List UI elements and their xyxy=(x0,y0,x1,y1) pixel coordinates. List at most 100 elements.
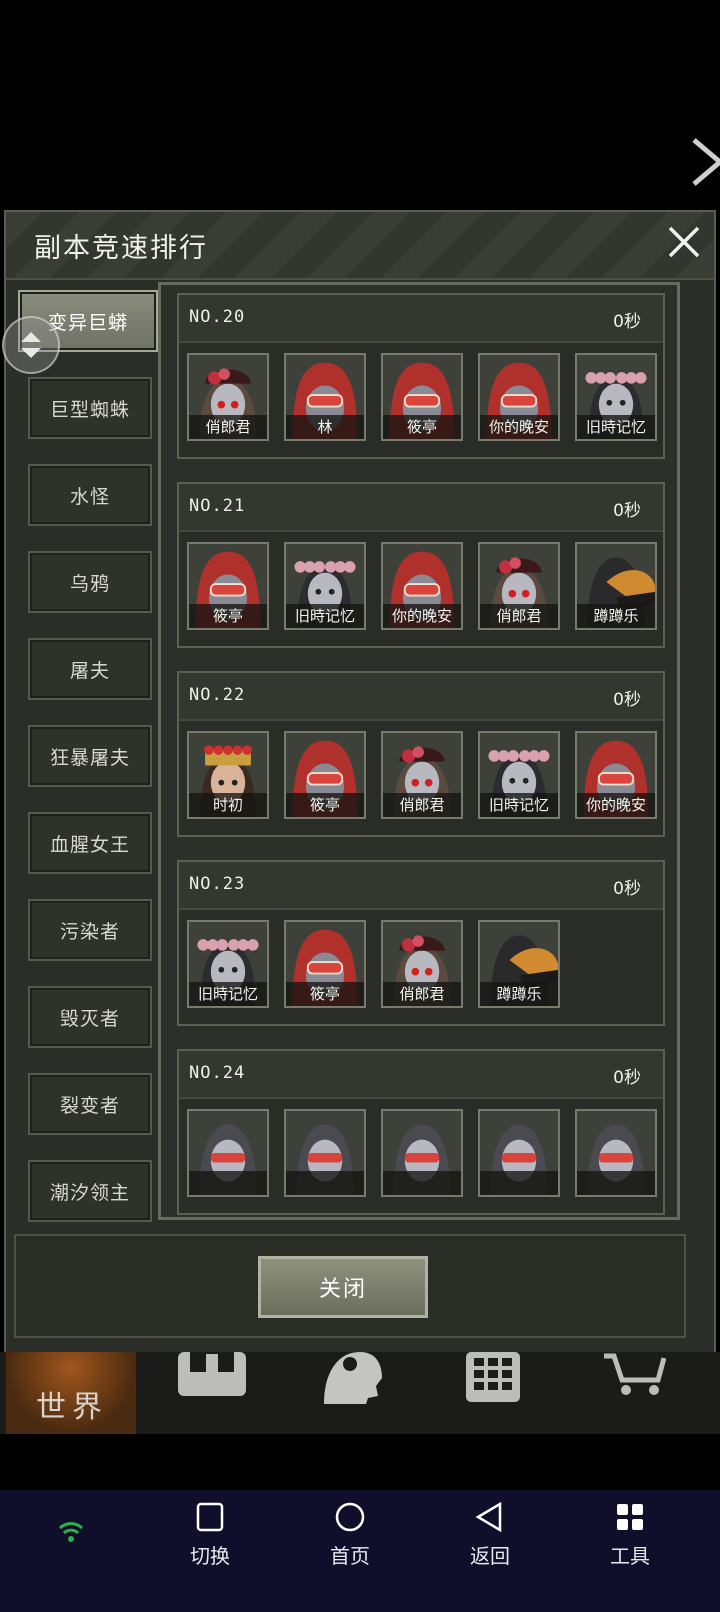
rank-time: 0秒 xyxy=(613,1068,641,1088)
member-slot[interactable]: 旧時记忆 xyxy=(187,920,269,1008)
dialog-header: 副本竞速排行 xyxy=(6,212,714,280)
tab-4[interactable]: 屠夫 xyxy=(28,638,152,700)
member-slot[interactable]: 筱亭 xyxy=(187,542,269,630)
member-name: 你的晚安 xyxy=(480,415,558,439)
game-bottom-nav: 世界 xyxy=(0,1352,720,1434)
tab-10[interactable]: 潮汐领主 xyxy=(28,1160,152,1222)
member-slot[interactable]: 俏郎君 xyxy=(381,731,463,819)
back-button[interactable]: 返回 xyxy=(445,1501,535,1572)
world-tab[interactable]: 世界 xyxy=(6,1352,136,1434)
switch-button[interactable]: 切换 xyxy=(165,1502,255,1572)
member-name: 筱亭 xyxy=(286,793,364,817)
rank-header: NO.21 0秒 xyxy=(179,484,663,532)
member-slot[interactable]: 蹲蹲乐 xyxy=(575,542,657,630)
member-slot[interactable]: 俏郎君 xyxy=(187,353,269,441)
member-slot[interactable] xyxy=(187,1109,269,1197)
rank-number: NO.23 xyxy=(189,874,246,894)
switch-label: 切换 xyxy=(190,1544,230,1568)
tab-9[interactable]: 裂变者 xyxy=(28,1073,152,1135)
member-name xyxy=(577,1171,655,1195)
member-slot[interactable]: 时初 xyxy=(187,731,269,819)
member-name xyxy=(383,1171,461,1195)
close-button[interactable]: 关闭 xyxy=(258,1256,428,1318)
rank-card: NO.24 0秒 xyxy=(177,1049,665,1215)
tab-8[interactable]: 毁灭者 xyxy=(28,986,152,1048)
close-icon[interactable] xyxy=(666,224,702,260)
back-triangle-icon xyxy=(475,1501,502,1533)
member-name: 俏郎君 xyxy=(383,982,461,1006)
member-name: 旧時记忆 xyxy=(286,604,364,628)
home-button[interactable]: 首页 xyxy=(305,1502,395,1572)
tools-button[interactable]: 工具 xyxy=(585,1502,675,1572)
member-slot[interactable]: 林 xyxy=(284,353,366,441)
member-slot[interactable]: 旧時记忆 xyxy=(575,353,657,441)
member-name: 你的晚安 xyxy=(577,793,655,817)
rank-number: NO.24 xyxy=(189,1063,246,1083)
rank-card: NO.22 0秒时初 筱亭 俏郎君 旧時记忆 你的晚安 xyxy=(177,671,665,837)
system-navigation-bar: 切换 首页 返回 工具 xyxy=(0,1490,720,1612)
backpack-icon[interactable] xyxy=(176,1352,248,1398)
member-slot[interactable]: 你的晚安 xyxy=(478,353,560,441)
rank-header: NO.22 0秒 xyxy=(179,673,663,721)
member-slot[interactable] xyxy=(575,1109,657,1197)
corner-decoration xyxy=(692,138,720,186)
member-name: 旧時记忆 xyxy=(577,415,655,439)
dialog-title: 副本竞速排行 xyxy=(34,233,208,264)
square-icon xyxy=(196,1502,224,1532)
tools-label: 工具 xyxy=(610,1544,650,1568)
tab-3[interactable]: 乌鸦 xyxy=(28,551,152,613)
member-name: 旧時记忆 xyxy=(189,982,267,1006)
member-slot[interactable]: 俏郎君 xyxy=(478,542,560,630)
rank-header: NO.20 0秒 xyxy=(179,295,663,343)
rank-time: 0秒 xyxy=(613,690,641,710)
member-name: 旧時记忆 xyxy=(480,793,558,817)
world-label: 世界 xyxy=(36,1390,108,1425)
member-slot[interactable]: 你的晚安 xyxy=(381,542,463,630)
rank-time: 0秒 xyxy=(613,879,641,899)
member-name: 你的晚安 xyxy=(383,604,461,628)
grid-icon xyxy=(617,1504,643,1530)
phone-keypad-icon[interactable] xyxy=(466,1352,520,1402)
member-slot[interactable] xyxy=(478,1109,560,1197)
rank-header: NO.23 0秒 xyxy=(179,862,663,910)
member-name xyxy=(286,1171,364,1195)
member-slot[interactable]: 筱亭 xyxy=(284,920,366,1008)
member-slot[interactable]: 旧時记忆 xyxy=(284,542,366,630)
member-slot[interactable]: 俏郎君 xyxy=(381,920,463,1008)
member-slot[interactable] xyxy=(284,1109,366,1197)
member-slot[interactable]: 蹲蹲乐 xyxy=(478,920,560,1008)
tab-2[interactable]: 水怪 xyxy=(28,464,152,526)
rank-time: 0秒 xyxy=(613,312,641,332)
tab-1[interactable]: 巨型蜘蛛 xyxy=(28,377,152,439)
tab-7[interactable]: 污染者 xyxy=(28,899,152,961)
ranking-list[interactable]: NO.20 0秒 俏郎君林筱亭 你的晚安 旧時记忆 NO.21 0秒 筱亭 旧時记忆 你的晚安 俏郎… xyxy=(158,282,680,1220)
rank-card: NO.23 0秒旧時记忆 筱亭 俏郎君 蹲蹲乐 xyxy=(177,860,665,1026)
wifi-icon xyxy=(58,1522,84,1542)
member-slot[interactable] xyxy=(381,1109,463,1197)
tab-6[interactable]: 血腥女王 xyxy=(28,812,152,874)
scroll-toggle-button[interactable] xyxy=(2,316,60,374)
member-name: 林 xyxy=(286,415,364,439)
member-name: 蹲蹲乐 xyxy=(480,982,558,1006)
member-name: 筱亭 xyxy=(286,982,364,1006)
up-down-arrows-icon xyxy=(21,332,41,358)
rank-header: NO.24 0秒 xyxy=(179,1051,663,1099)
member-name xyxy=(480,1171,558,1195)
member-slot[interactable]: 旧時记忆 xyxy=(478,731,560,819)
member-name: 俏郎君 xyxy=(189,415,267,439)
member-slot[interactable]: 筱亭 xyxy=(381,353,463,441)
rank-number: NO.22 xyxy=(189,685,246,705)
shopping-cart-icon[interactable] xyxy=(604,1352,666,1396)
member-slot[interactable]: 你的晚安 xyxy=(575,731,657,819)
home-label: 首页 xyxy=(330,1544,370,1568)
member-name xyxy=(189,1171,267,1195)
profile-head-icon[interactable] xyxy=(320,1352,384,1404)
rank-card: NO.20 0秒俏郎君林筱亭 你的晚安 旧時记忆 xyxy=(177,293,665,459)
member-name: 筱亭 xyxy=(189,604,267,628)
rank-time: 0秒 xyxy=(613,501,641,521)
member-name: 俏郎君 xyxy=(383,793,461,817)
rank-number: NO.20 xyxy=(189,307,246,327)
member-slot[interactable]: 筱亭 xyxy=(284,731,366,819)
tab-5[interactable]: 狂暴屠夫 xyxy=(28,725,152,787)
member-name: 时初 xyxy=(189,793,267,817)
